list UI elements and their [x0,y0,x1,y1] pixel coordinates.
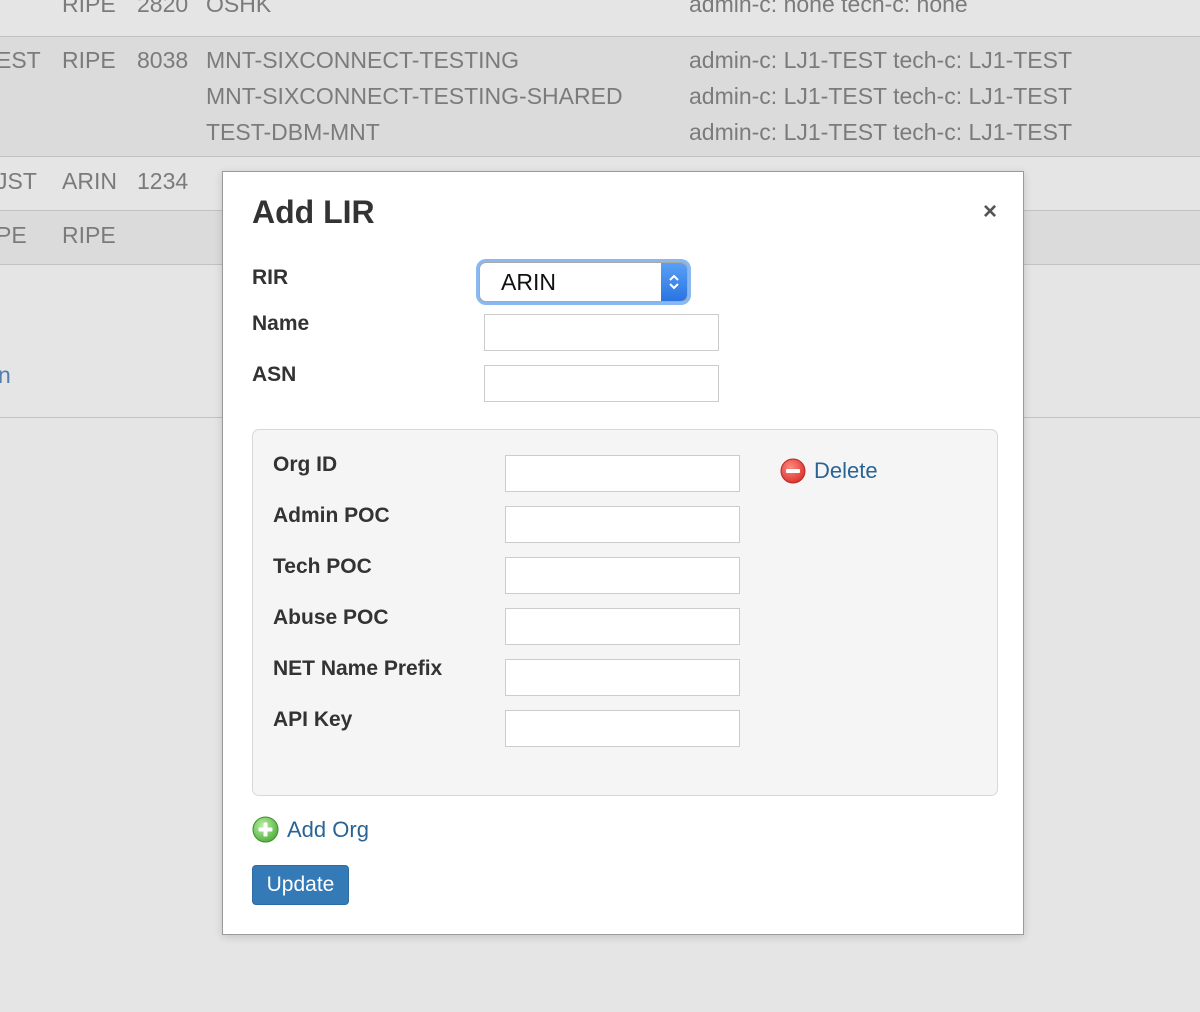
add-org-label: Add Org [287,816,369,842]
net-name-prefix-input[interactable] [505,659,740,696]
add-lir-modal: Add LIR × RIR ARIN Name ASN Org ID Admin… [222,171,1024,935]
net-name-prefix-label: NET Name Prefix [273,657,443,680]
plus-circle-icon [252,816,279,843]
add-org-link[interactable]: Add Org [252,816,369,843]
api-key-label: API Key [273,708,353,731]
org-id-input[interactable] [505,455,740,492]
asn-label: ASN [252,363,297,386]
modal-title: Add LIR [252,194,375,230]
abuse-poc-label: Abuse POC [273,606,389,629]
update-button[interactable]: Update [252,865,349,905]
delete-org-link[interactable]: Delete [780,458,878,484]
api-key-input[interactable] [505,710,740,747]
admin-poc-label: Admin POC [273,504,390,527]
name-label: Name [252,312,310,335]
abuse-poc-input[interactable] [505,608,740,645]
close-button[interactable]: × [983,200,997,224]
rir-label: RIR [252,266,289,289]
rir-select-value: ARIN [501,269,556,295]
tech-poc-label: Tech POC [273,555,372,578]
minus-circle-icon [780,458,806,484]
name-input[interactable] [484,314,719,351]
org-panel: Org ID Admin POC Tech POC Abuse POC NET … [252,429,998,796]
rir-select[interactable]: ARIN [479,262,688,302]
chevron-up-down-icon [661,263,687,301]
tech-poc-input[interactable] [505,557,740,594]
org-id-label: Org ID [273,453,338,476]
asn-input[interactable] [484,365,719,402]
delete-org-label: Delete [814,458,878,483]
admin-poc-input[interactable] [505,506,740,543]
